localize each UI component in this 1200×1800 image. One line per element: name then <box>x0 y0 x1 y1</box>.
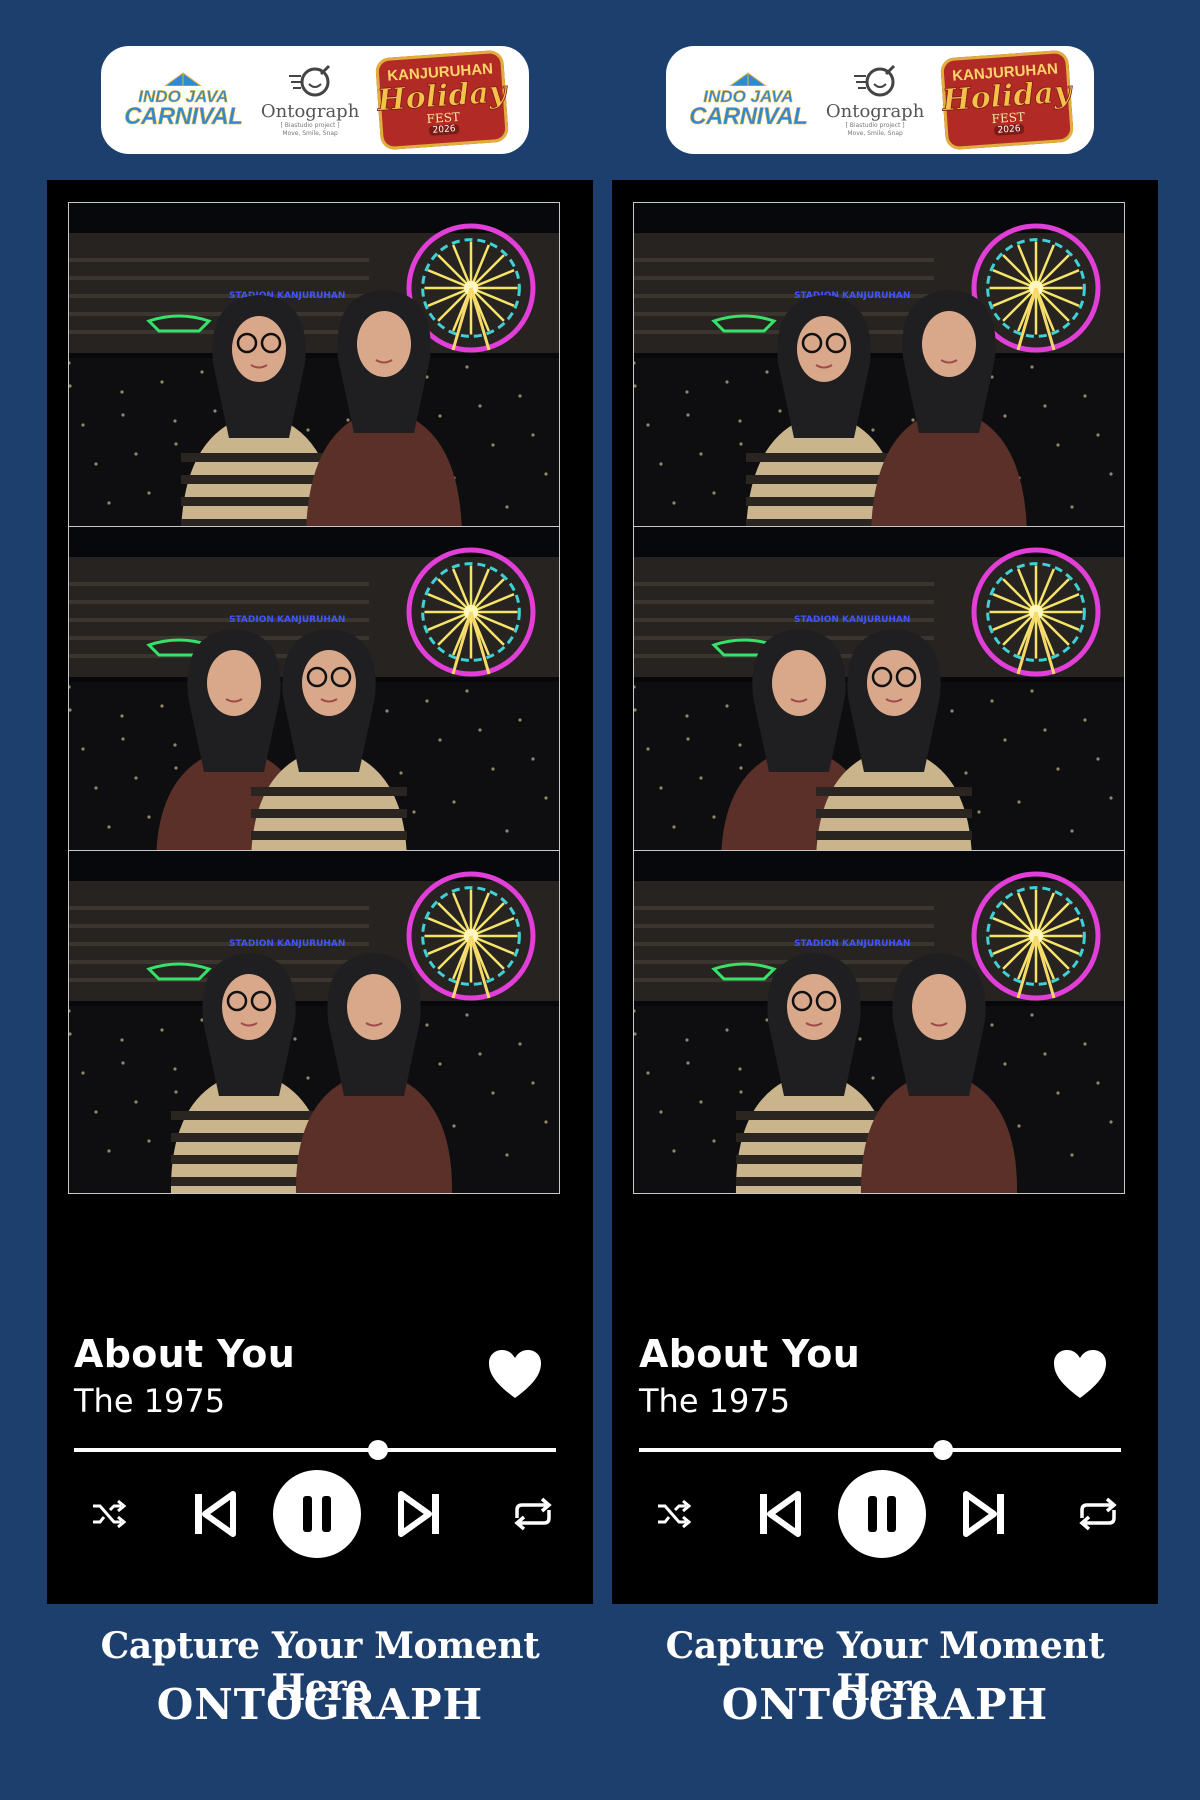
repeat-button[interactable] <box>509 1494 557 1534</box>
brand-name: ONTOGRAPH <box>721 1680 1049 1729</box>
next-icon <box>963 1491 1004 1537</box>
photo-strip-right: INDO JAVA CARNIVAL Ontograph [ Biastudio… <box>612 0 1158 1800</box>
logo-text: CARNIVAL <box>689 102 808 130</box>
shuffle-button[interactable] <box>654 1494 694 1534</box>
next-button[interactable] <box>397 1490 441 1538</box>
photo-frame-2: STADION KANJURUHAN <box>68 526 560 870</box>
brand-name: ONTOGRAPH <box>156 1680 484 1729</box>
kanjuruhan-holiday-fest-logo: KANJURUHAN Holiday FEST 2026 <box>374 49 509 151</box>
camera-lens-icon <box>289 64 331 97</box>
carnival-tent-icon <box>729 71 768 86</box>
pause-button[interactable] <box>838 1470 926 1558</box>
svg-text:STADION KANJURUHAN: STADION KANJURUHAN <box>229 939 345 949</box>
ontograph-logo: Ontograph [ Biastudio project ] Move, Sm… <box>826 62 924 139</box>
svg-text:STADION KANJURUHAN: STADION KANJURUHAN <box>794 615 910 625</box>
progress-bar[interactable] <box>74 1440 556 1460</box>
logo-subtext: Move, Smile, Snap <box>847 129 903 137</box>
previous-button[interactable] <box>193 1490 237 1538</box>
next-button[interactable] <box>962 1490 1006 1538</box>
progress-bar[interactable] <box>639 1440 1121 1460</box>
repeat-icon <box>1079 1497 1117 1531</box>
previous-button[interactable] <box>758 1490 802 1538</box>
logo-subtext: [ Biastudio project ] <box>845 121 905 129</box>
shuffle-button[interactable] <box>89 1494 129 1534</box>
logo-year: 2026 <box>993 123 1025 136</box>
pause-button[interactable] <box>273 1470 361 1558</box>
song-artist: The 1975 <box>639 1382 791 1420</box>
ferris-wheel <box>406 871 536 1001</box>
song-artist: The 1975 <box>74 1382 226 1420</box>
ferris-wheel <box>971 871 1101 1001</box>
repeat-button[interactable] <box>1074 1494 1122 1534</box>
photo-frame-3: STADION KANJURUHAN <box>633 850 1125 1194</box>
shuffle-icon <box>93 1499 127 1529</box>
photo-scene: STADION KANJURUHAN <box>634 203 1124 545</box>
music-player-card: STADION KANJURUHAN STADION KANJURUHAN ST… <box>612 180 1158 1604</box>
heart-icon[interactable] <box>1052 1348 1108 1400</box>
previous-icon <box>195 1491 236 1537</box>
photo-scene: STADION KANJURUHAN <box>69 851 559 1193</box>
photo-scene: STADION KANJURUHAN <box>69 527 559 869</box>
photo-frame-1: STADION KANJURUHAN <box>633 202 1125 546</box>
logo-text: Ontograph <box>260 100 360 122</box>
photo-scene: STADION KANJURUHAN <box>634 851 1124 1193</box>
kanjuruhan-holiday-fest-logo: KANJURUHAN Holiday FEST 2026 <box>939 49 1074 151</box>
previous-icon <box>760 1491 801 1537</box>
logo-text: INDO JAVA <box>138 86 229 106</box>
indo-java-carnival-logo: INDO JAVA CARNIVAL <box>689 71 808 130</box>
ferris-wheel <box>971 547 1101 677</box>
photo-frame-3: STADION KANJURUHAN <box>68 850 560 1194</box>
pause-icon <box>868 1496 896 1532</box>
logo-text: Ontograph <box>825 100 925 122</box>
logo-text: INDO JAVA <box>703 86 794 106</box>
logo-subtext: Move, Smile, Snap <box>282 129 338 137</box>
pause-icon <box>303 1496 331 1532</box>
photo-frame-1: STADION KANJURUHAN <box>68 202 560 546</box>
shuffle-icon <box>658 1499 692 1529</box>
logo-text: CARNIVAL <box>124 102 243 130</box>
svg-text:STADION KANJURUHAN: STADION KANJURUHAN <box>229 615 345 625</box>
photo-frame-2: STADION KANJURUHAN <box>633 526 1125 870</box>
camera-lens-icon <box>854 64 896 97</box>
photo-scene: STADION KANJURUHAN <box>634 527 1124 869</box>
heart-icon[interactable] <box>487 1348 543 1400</box>
progress-knob[interactable] <box>932 1440 953 1460</box>
ferris-wheel <box>406 547 536 677</box>
ontograph-logo: Ontograph [ Biastudio project ] Move, Sm… <box>261 62 359 139</box>
logo-subtext: [ Biastudio project ] <box>280 121 340 129</box>
song-title: About You <box>639 1332 861 1376</box>
song-title: About You <box>74 1332 296 1376</box>
repeat-icon <box>514 1497 552 1531</box>
sponsor-logo-banner: INDO JAVA CARNIVAL Ontograph [ Biastudio… <box>101 46 529 154</box>
photo-strip-left: INDO JAVA CARNIVAL Ontograph [ Biastudio… <box>47 0 593 1800</box>
carnival-tent-icon <box>164 71 203 86</box>
progress-knob[interactable] <box>367 1440 388 1460</box>
indo-java-carnival-logo: INDO JAVA CARNIVAL <box>124 71 243 130</box>
logo-year: 2026 <box>428 123 460 136</box>
svg-text:STADION KANJURUHAN: STADION KANJURUHAN <box>794 939 910 949</box>
photo-scene: STADION KANJURUHAN <box>69 203 559 545</box>
next-icon <box>398 1491 439 1537</box>
sponsor-logo-banner: INDO JAVA CARNIVAL Ontograph [ Biastudio… <box>666 46 1094 154</box>
music-player-card: STADION KANJURUHAN STADION KANJURUHAN ST… <box>47 180 593 1604</box>
